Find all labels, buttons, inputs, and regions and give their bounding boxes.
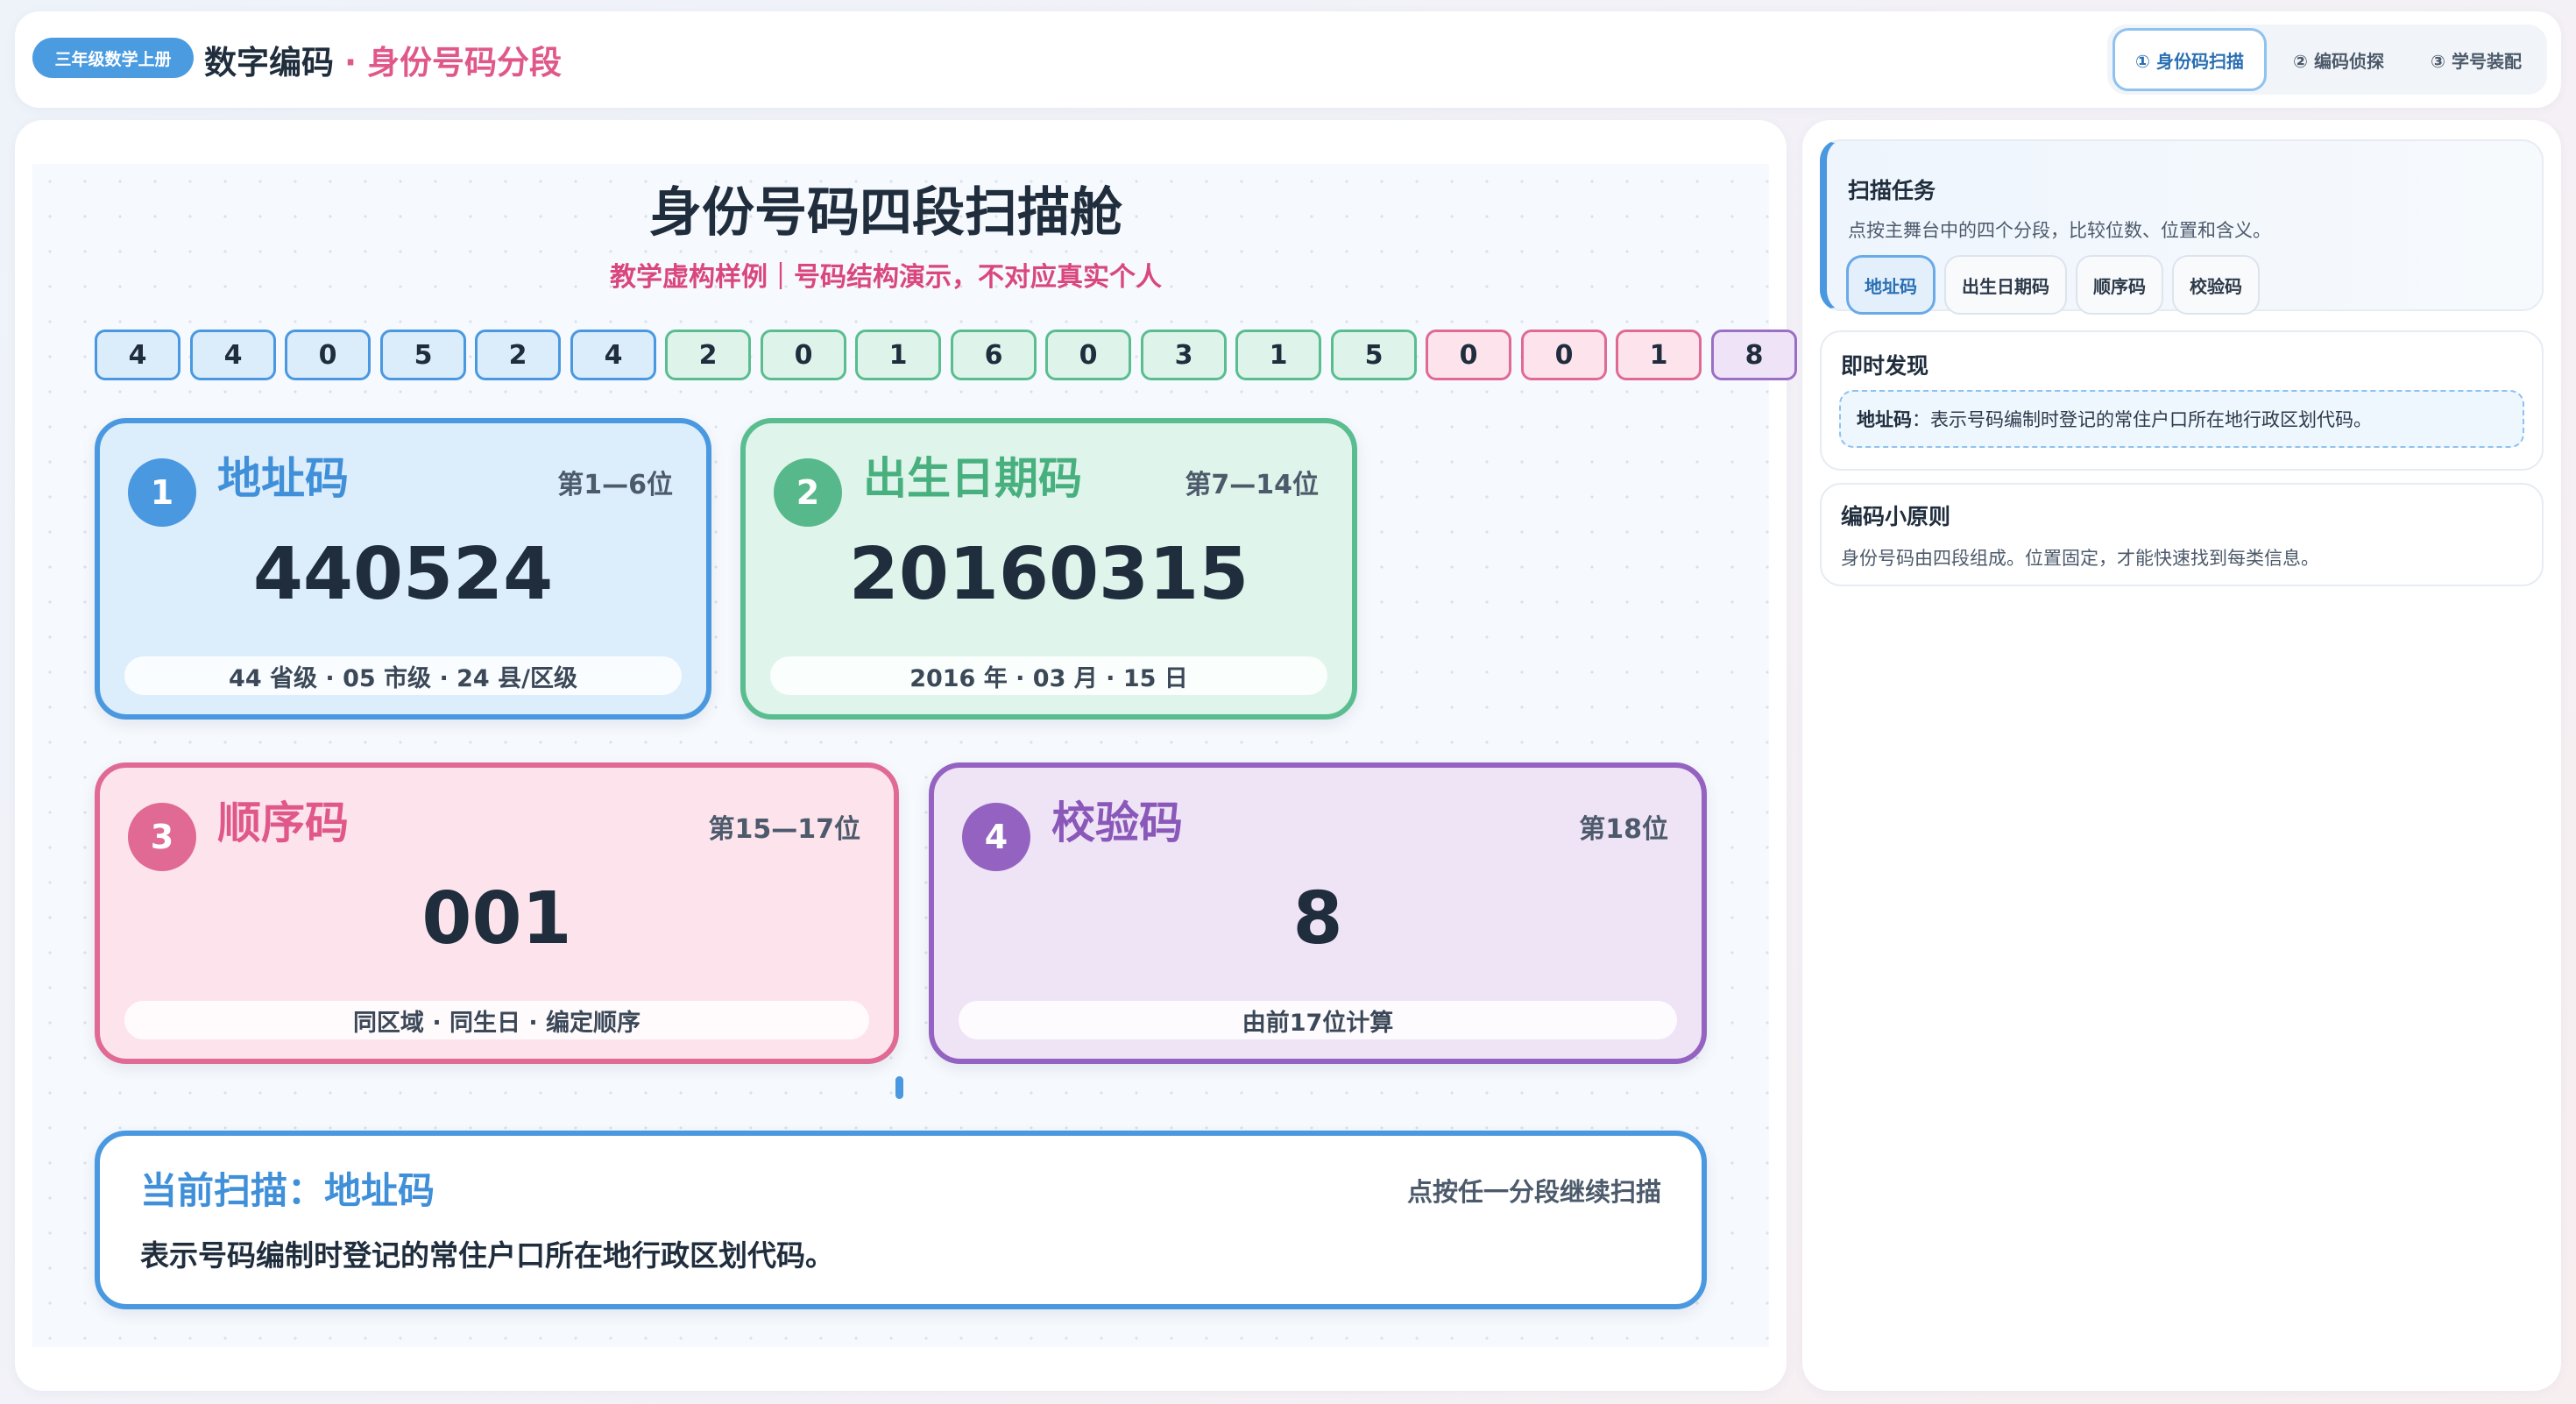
instant-finding-box: 地址码 ：表示号码编制时登记的常住户口所在地行政区划代码。 — [1839, 390, 2524, 448]
stage-subtitle: 教学虚构样例｜号码结构演示，不对应真实个人 — [610, 262, 1162, 293]
chip-sequence[interactable]: 顺序码 — [2076, 255, 2163, 315]
id-digit-cell[interactable]: 3 — [1141, 330, 1227, 380]
stage-title: 身份号码四段扫描舱 — [649, 182, 1122, 244]
segment-value: 440524 — [252, 533, 554, 616]
scan-task-text: 点按主舞台中的四个分段，比较位数、位置和含义。 — [1848, 220, 2271, 241]
id-digit-cell[interactable]: 1 — [1235, 330, 1321, 380]
segment-value: 001 — [421, 877, 572, 961]
chip-birthdate[interactable]: 出生日期码 — [1944, 255, 2067, 315]
segment-name: 顺序码 — [217, 798, 349, 848]
instant-finding-panel: 即时发现 地址码 ：表示号码编制时登记的常住户口所在地行政区划代码。 — [1820, 330, 2544, 471]
segment-name: 校验码 — [1051, 798, 1183, 848]
mode-tabs: ① 身份码扫描 ② 编码侦探 ③ 学号装配 — [2107, 25, 2547, 95]
segment-position: 第7—14位 — [1185, 470, 1319, 500]
app-title-sub: 身份号码分段 — [367, 44, 563, 82]
tab-id-scan[interactable]: ① 身份码扫描 — [2112, 28, 2267, 91]
segment-number-badge: 2 — [774, 458, 842, 527]
segment-position: 第15—17位 — [708, 814, 861, 845]
segment-note: 44 省级 · 05 市级 · 24 县/区级 — [124, 656, 682, 695]
current-scan-title: 当前扫描：地址码 — [140, 1169, 435, 1212]
segment-card-sequence[interactable]: 3 顺序码 第15—17位 001 同区域 · 同生日 · 编定顺序 — [95, 762, 899, 1064]
segment-number-badge: 3 — [128, 803, 196, 871]
app-title: 数字编码 · 身份号码分段 — [204, 46, 562, 79]
coding-rule-panel: 编码小原则 身份号码由四段组成。位置固定，才能快速找到每类信息。 — [1820, 483, 2544, 586]
id-digit-cell[interactable]: 0 — [285, 330, 371, 380]
coding-rule-title: 编码小原则 — [1841, 504, 1951, 529]
id-digit-cell[interactable]: 5 — [380, 330, 466, 380]
segment-card-birthdate[interactable]: 2 出生日期码 第7—14位 20160315 2016 年 · 03 月 · … — [740, 418, 1357, 720]
id-digit-cell[interactable]: 0 — [1426, 330, 1511, 380]
scan-task-title: 扫描任务 — [1848, 178, 1936, 203]
scan-task-panel: 扫描任务 点按主舞台中的四个分段，比较位数、位置和含义。 地址码 出生日期码 顺… — [1820, 139, 2544, 315]
id-digit-cell[interactable]: 0 — [761, 330, 846, 380]
segment-name: 出生日期码 — [863, 453, 1082, 504]
segment-note: 由前17位计算 — [959, 1001, 1677, 1039]
segment-chips: 地址码 出生日期码 顺序码 校验码 — [1846, 255, 2268, 315]
current-scan-card: 当前扫描：地址码 点按任一分段继续扫描 表示号码编制时登记的常住户口所在地行政区… — [95, 1131, 1707, 1309]
scroll-marker[interactable] — [895, 1076, 903, 1099]
segment-card-address[interactable]: 1 地址码 第1—6位 440524 44 省级 · 05 市级 · 24 县/… — [95, 418, 711, 720]
segment-name: 地址码 — [217, 453, 349, 504]
id-digit-cell[interactable]: 6 — [951, 330, 1037, 380]
instant-finding-title: 即时发现 — [1841, 353, 1929, 379]
segment-position: 第1—6位 — [557, 470, 673, 500]
finding-text: ：表示号码编制时登记的常住户口所在地行政区划代码。 — [1912, 409, 2372, 430]
segment-number-badge: 4 — [962, 803, 1030, 871]
id-digit-cell[interactable]: 2 — [665, 330, 751, 380]
app-title-main: 数字编码 — [204, 44, 334, 82]
id-digit-cell[interactable]: 0 — [1045, 330, 1131, 380]
id-digit-cell[interactable]: 4 — [190, 330, 276, 380]
id-digit-strip: 440524201603150018 — [95, 330, 1797, 380]
segment-note: 同区域 · 同生日 · 编定顺序 — [124, 1001, 869, 1039]
id-digit-cell[interactable]: 4 — [570, 330, 656, 380]
segment-position: 第18位 — [1579, 814, 1668, 845]
id-digit-cell[interactable]: 4 — [95, 330, 180, 380]
current-scan-description: 表示号码编制时登记的常住户口所在地行政区划代码。 — [140, 1238, 834, 1273]
current-scan-hint: 点按任一分段继续扫描 — [1406, 1177, 1661, 1207]
chip-checksum[interactable]: 校验码 — [2172, 255, 2260, 315]
title-separator: · — [344, 44, 357, 82]
id-digit-cell[interactable]: 2 — [475, 330, 561, 380]
finding-term: 地址码 — [1857, 409, 1912, 430]
coding-rule-text: 身份号码由四段组成。位置固定，才能快速找到每类信息。 — [1841, 548, 2319, 569]
segment-value: 8 — [1292, 877, 1343, 961]
chip-address[interactable]: 地址码 — [1846, 255, 1936, 315]
grade-badge: 三年级数学上册 — [32, 38, 194, 78]
app-header: 三年级数学上册 数字编码 · 身份号码分段 ① 身份码扫描 ② 编码侦探 ③ 学号装… — [15, 11, 2561, 108]
segment-card-checksum[interactable]: 4 校验码 第18位 8 由前17位计算 — [929, 762, 1707, 1064]
id-digit-cell[interactable]: 1 — [855, 330, 941, 380]
id-digit-cell[interactable]: 1 — [1616, 330, 1702, 380]
segment-value: 20160315 — [848, 533, 1249, 616]
side-panel: 扫描任务 点按主舞台中的四个分段，比较位数、位置和含义。 地址码 出生日期码 顺… — [1802, 120, 2561, 1391]
segment-note: 2016 年 · 03 月 · 15 日 — [770, 656, 1327, 695]
tab-code-detective[interactable]: ② 编码侦探 — [2267, 28, 2410, 91]
id-digit-cell[interactable]: 8 — [1711, 330, 1797, 380]
id-digit-cell[interactable]: 0 — [1521, 330, 1607, 380]
id-digit-cell[interactable]: 5 — [1331, 330, 1417, 380]
segment-number-badge: 1 — [128, 458, 196, 527]
tab-student-number[interactable]: ③ 学号装配 — [2410, 28, 2542, 91]
